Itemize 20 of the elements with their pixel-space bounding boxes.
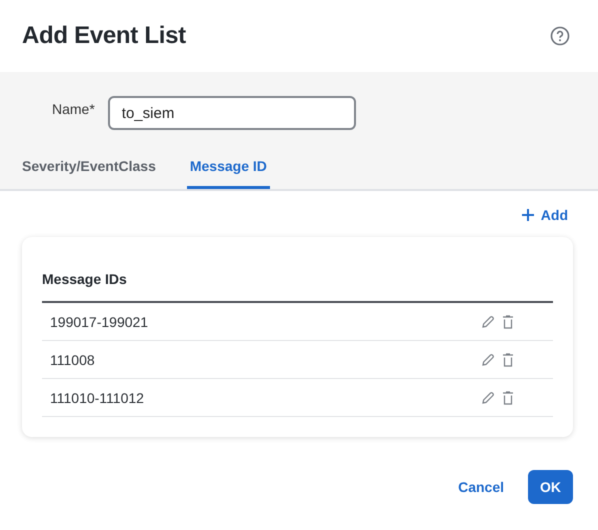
dialog-title: Add Event List: [22, 22, 186, 50]
column-header: Message IDs: [42, 237, 553, 303]
tab[interactable]: Severity/EventClass: [22, 150, 156, 189]
name-label: Name*: [52, 101, 95, 117]
name-field[interactable]: to_siem: [108, 96, 356, 130]
add-button[interactable]: Add: [520, 207, 568, 223]
pencil-icon[interactable]: [481, 314, 495, 328]
pencil-icon[interactable]: [481, 352, 495, 366]
trash-icon[interactable]: [501, 314, 515, 328]
trash-icon[interactable]: [501, 352, 515, 366]
tab[interactable]: Message ID: [186, 150, 270, 189]
cancel-button[interactable]: Cancel: [456, 470, 506, 504]
plus-icon: [520, 208, 535, 222]
table-cell: 111008: [50, 352, 95, 368]
help-icon[interactable]: [550, 26, 570, 46]
table-cell: 111010-111012: [50, 390, 144, 406]
trash-icon[interactable]: [501, 390, 515, 404]
ok-button[interactable]: OK: [528, 470, 573, 504]
table-cell: 199017-199021: [50, 314, 148, 330]
pencil-icon[interactable]: [481, 390, 495, 404]
